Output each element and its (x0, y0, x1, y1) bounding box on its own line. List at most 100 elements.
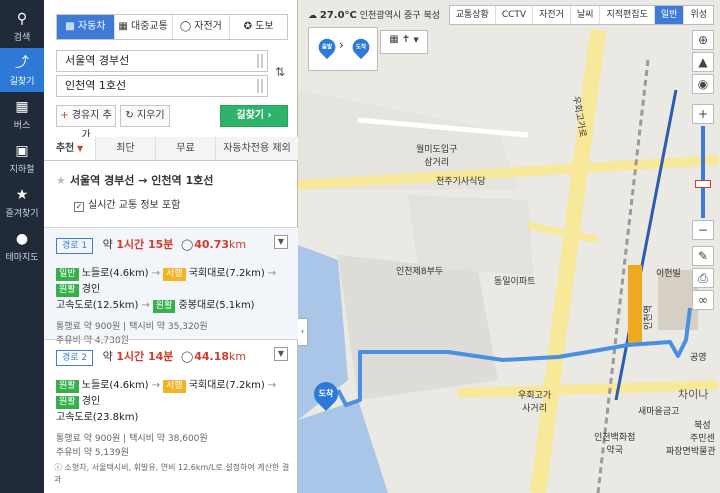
panel-collapse-handle[interactable]: ‹ (298, 318, 308, 346)
distance-icon: ◯ (180, 350, 194, 363)
route-card-1[interactable]: 경로 1 약 1시간 15분 ◯40.73km ▼ 일반 노들로(4.6km) →… (44, 227, 298, 346)
map-label: 인천제8부두 (396, 264, 443, 277)
rail-theme-map[interactable]: ● 테마지도 (0, 224, 44, 268)
traffic-tag: 원활 (56, 284, 79, 297)
realtime-checkbox[interactable]: ✓ 실시간 교통 정보 포함 (74, 196, 180, 212)
chevron-down-icon[interactable]: ▼ (274, 235, 288, 249)
destination-pin-icon[interactable]: 도착 (309, 377, 343, 414)
rail-bus[interactable]: ▦ 버스 (0, 92, 44, 136)
map-label: 새마을금고 (638, 404, 679, 417)
label-jjajang: 짜장면박물관 (666, 447, 716, 457)
locate-icon[interactable]: ⊕ (692, 30, 714, 50)
road-segment: 경인 (81, 284, 101, 295)
rail-directions[interactable]: ⤴ 길찾기 (0, 48, 44, 92)
end-pin-icon: 도착 (349, 35, 373, 61)
route-summary-title: ★ 서울역 경부선 → 인천역 1호선 (56, 172, 213, 188)
destination-field[interactable]: 인천역 1호선 (56, 75, 268, 97)
caret-down-icon: ▼ (413, 36, 419, 44)
water-area (298, 400, 388, 493)
chevron-down-icon[interactable]: ▼ (274, 347, 288, 361)
layer-satellite[interactable]: 위성 (684, 6, 713, 24)
layer-bike[interactable]: 자전거 (533, 6, 571, 24)
traffic-tag: 원활 (56, 380, 79, 393)
clear-button[interactable]: ↻ 지우기 (120, 105, 170, 127)
map-layer-bar: 교통상황 CCTV 자전거 날씨 지적편집도 일반 위성 (448, 5, 714, 25)
mode-car[interactable]: ▩ 자동차 (57, 15, 115, 39)
map-label: 차이나 (678, 386, 708, 402)
layer-weather[interactable]: 날씨 (571, 6, 601, 24)
mode-bike[interactable]: ◯ 자전거 (173, 15, 231, 39)
zoom-slider-track[interactable] (701, 126, 705, 218)
legend-end-label: 도착 (355, 43, 367, 50)
poi-filter-button[interactable]: ▦ ✝ ▼ (380, 30, 428, 54)
label-uhoe-junction: 우회고가 사거리 (518, 391, 552, 414)
origin-field[interactable]: 서울역 경부선 (56, 50, 268, 72)
zoom-in-button[interactable]: + (692, 104, 714, 124)
map-label: 월미도입구 삼거리 (416, 142, 457, 168)
walk-icon: ✪ (243, 21, 256, 32)
map-view[interactable]: ☁ 27.0°C 인천광역시 중구 북성 교통상황 CCTV 자전거 날씨 지적… (298, 0, 720, 493)
drag-handle-icon[interactable] (257, 79, 263, 93)
route-1-toll: 통행료 약 900원 (56, 322, 121, 332)
traffic-tag: 서행 (162, 380, 186, 393)
layer-cctv[interactable]: CCTV (496, 6, 534, 24)
map-controls: ⊕ ▲ ◉ + − ✎ ⎙ ∞ (692, 30, 716, 320)
rail-subway[interactable]: ▣ 지하철 (0, 136, 44, 180)
rail-directions-label: 길찾기 (9, 77, 35, 87)
drag-handle-icon[interactable] (257, 54, 263, 68)
rail-search[interactable]: ⚲ 검색 (0, 4, 44, 48)
route-2-dist-unit: km (229, 350, 247, 363)
star-icon: ★ (15, 187, 29, 203)
tab-exclude-motorway[interactable]: 자동차전용 제외 (216, 137, 298, 160)
destination-pin-label: 도착 (318, 389, 334, 398)
car-icon: ▩ (65, 21, 78, 32)
print-icon[interactable]: ⎙ (692, 268, 714, 288)
layer-normal[interactable]: 일반 (654, 6, 685, 24)
map-label: 이헌빌 (656, 266, 681, 279)
directions-panel: ▩ 자동차 ▦ 대중교통 ◯ 자전거 ✪ 도보 서울역 경부선 인천역 1호선 … (44, 0, 298, 493)
tab-shortest-label: 최단 (116, 143, 135, 154)
layer-cadastral[interactable]: 지적편집도 (600, 6, 655, 24)
weather-temp: 27.0°C (319, 10, 357, 21)
route-2-time-prefix: 약 (102, 350, 113, 363)
zoom-out-button[interactable]: − (692, 220, 714, 240)
measure-icon[interactable]: ✎ (692, 246, 714, 266)
link-icon[interactable]: ∞ (692, 290, 714, 310)
rail-favorites[interactable]: ★ 즐겨찾기 (0, 180, 44, 224)
tab-exclude-motorway-label: 자동차전용 제외 (223, 143, 291, 154)
add-waypoint-button[interactable]: + 경유지 추가 (56, 105, 116, 141)
route-card-2[interactable]: 경로 2 약 1시간 14분 ◯44.18km ▼ 원활 노들로(4.6km) →… (44, 339, 298, 458)
roadview-icon[interactable]: ◉ (692, 74, 714, 94)
layer-traffic[interactable]: 교통상황 (450, 6, 496, 24)
mode-tabs: ▩ 자동차 ▦ 대중교통 ◯ 자전거 ✪ 도보 (56, 14, 288, 40)
rail-search-label: 검색 (13, 33, 31, 43)
destination-value: 인천역 1호선 (65, 79, 127, 92)
map-label: 인천백화점 약국 (594, 430, 635, 456)
subway-icon: ▣ (15, 143, 29, 159)
route-2-time: 약 1시간 14분 (103, 350, 174, 363)
tab-free[interactable]: 무료 (156, 137, 216, 160)
go-button[interactable]: 길찾기 › (220, 105, 288, 127)
route-summary-text: 서울역 경부선 → 인천역 1호선 (69, 174, 214, 187)
route-1-name: 경로 1 (56, 238, 94, 254)
swap-icon[interactable]: ⇅ (272, 48, 288, 96)
label-iheon: 이헌빌 (656, 269, 681, 279)
go-label: 길찾기 (236, 110, 264, 121)
zoom-slider-handle[interactable] (695, 180, 711, 188)
label-saemaeul: 새마을금고 (638, 407, 680, 417)
bus-icon: ▦ (389, 34, 399, 45)
mode-transit[interactable]: ▦ 대중교통 (115, 15, 173, 39)
tab-shortest[interactable]: 최단 (96, 137, 156, 160)
road-segment: 고속도로(23.8km) (56, 412, 139, 423)
clear-label: 지우기 (136, 110, 165, 121)
origin-value: 서울역 경부선 (65, 54, 130, 67)
star-icon[interactable]: ★ (56, 174, 66, 187)
compass-icon[interactable]: ▲ (692, 52, 714, 72)
tab-recommended[interactable]: 추천 ▼ (44, 137, 96, 160)
mode-walk[interactable]: ✪ 도보 (230, 15, 287, 39)
weather-widget: ☁ 27.0°C 인천광역시 중구 북성 (308, 8, 440, 21)
weather-place: 인천광역시 중구 북성 (359, 11, 441, 21)
legend-start-label: 출발 (321, 43, 333, 50)
road-segment: 경인 (81, 396, 101, 407)
check-icon: ✓ (74, 202, 84, 212)
